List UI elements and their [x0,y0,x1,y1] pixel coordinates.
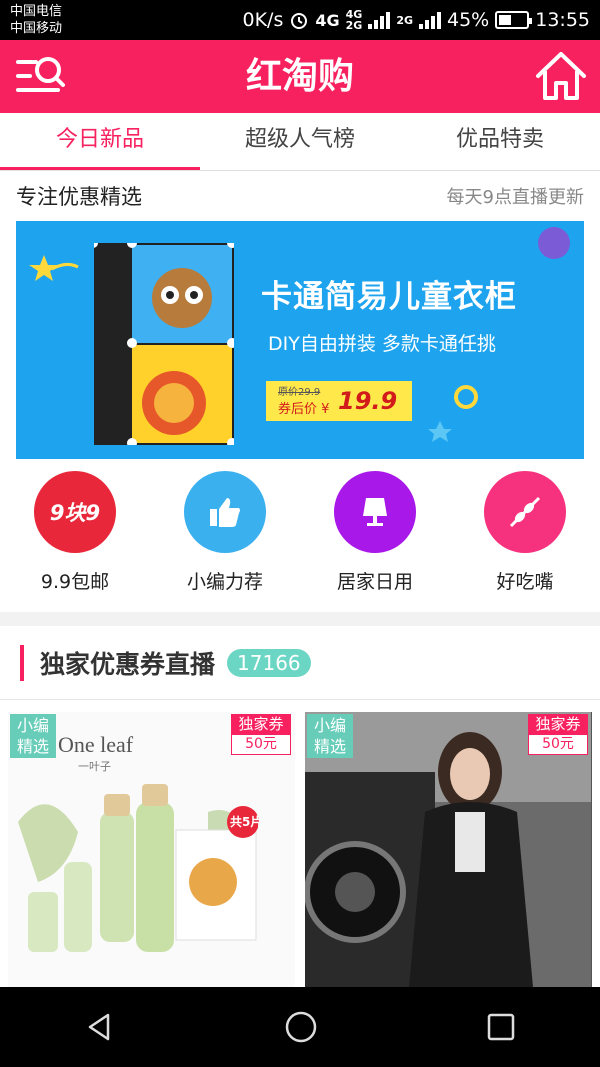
tab-bar: 今日新品 超级人气榜 优品特卖 [0,113,600,171]
status-bar: 中国电信 中国移动 0K/s 4G 4G 2G 2G 45% 13:55 [0,0,600,40]
net-type-2-bottom: 2G [345,19,363,32]
network-speed: 0K/s [242,9,284,31]
battery-icon [495,11,533,29]
app-header: 红淘购 [0,40,600,113]
coupon-count-badge: 17166 [227,648,311,677]
coupon-tag: 独家券 50元 [231,714,291,755]
coupon-section: 独家优惠券直播 17166 小编精选 独家券 50元 One leaf 一叶子 [0,626,600,987]
original-price: 原价29.9 [278,387,321,398]
net-type-2: 4G 2G [346,9,363,31]
section-accent-bar [20,644,24,681]
coupon-tag-label: 独家券 [231,714,291,734]
app-title: 红淘购 [245,56,354,97]
editor-pick-tag: 小编精选 [10,714,56,758]
battery-percent: 45% [447,9,490,31]
home-nav-icon[interactable] [284,1010,318,1044]
nine-nine-icon: 9块9 [34,471,116,553]
nine-nine-icon-text: 9块9 [49,501,101,525]
banner-title: 卡通简易儿童衣柜 [261,279,517,315]
category-label: 9.9包邮 [40,571,110,593]
coupon-header: 独家优惠券直播 17166 [0,626,600,700]
promo-banner[interactable]: 卡通简易儿童衣柜 DIY自由拼装 多款卡通任挑 原价29.9 券后价 ¥ 19.… [16,221,584,459]
back-icon[interactable] [84,1011,116,1043]
coupon-tag-label: 独家券 [528,714,588,734]
thumbs-up-icon [184,471,266,553]
product-grid: 小编精选 独家券 50元 One leaf 一叶子 共5片 小编精选 独家券 5… [0,700,600,987]
net-type-1: 4G [315,10,340,30]
featured-section: 专注优惠精选 每天9点直播更新 卡通简易儿童衣柜 DIY自由拼装 多款卡通任挑 [0,171,600,612]
wardrobe-image [94,243,234,445]
tab-popular[interactable]: 超级人气榜 [200,113,400,170]
banner-subtitle: DIY自由拼装 多款卡通任挑 [268,333,496,355]
featured-header: 专注优惠精选 每天9点直播更新 [0,171,600,221]
coupon-tag-value: 50元 [528,734,588,755]
after-coupon-label: 券后价 ¥ [278,402,330,417]
coupon-tag: 独家券 50元 [528,714,588,755]
carrier-info: 中国电信 中国移动 [10,3,62,37]
category-label: 好吃嘴 [496,571,554,593]
signal-icon-2 [419,11,441,29]
product-card[interactable]: 小编精选 独家券 50元 One leaf 一叶子 共5片 [8,712,295,987]
banner-price-tag: 原价29.9 券后价 ¥ 19.9 [266,381,412,421]
category-label: 小编力荐 [186,571,263,593]
editor-pick-tag: 小编精选 [307,714,353,758]
banner-price: 19.9 [338,387,398,415]
category-home[interactable]: 居家日用 [300,471,450,594]
product-promo-text: 共5片 [230,815,263,829]
product-card[interactable]: 小编精选 独家券 50元 [305,712,592,987]
home-icon[interactable] [534,50,588,102]
category-row: 9块9 9.9包邮 小编力荐 居家日用 好吃嘴 [0,459,600,594]
category-nine-nine[interactable]: 9块9 9.9包邮 [0,471,150,594]
system-nav-bar [0,987,600,1067]
carrier-2: 中国移动 [10,21,63,36]
battery-fill [499,15,512,25]
clock: 13:55 [535,9,590,31]
recents-icon[interactable] [486,1012,516,1042]
featured-title: 专注优惠精选 [16,185,142,209]
featured-subtitle: 每天9点直播更新 [446,187,584,208]
coupon-tag-value: 50元 [231,734,291,755]
tab-special-sale[interactable]: 优品特卖 [400,113,600,170]
kebab-icon [484,471,566,553]
coupon-title: 独家优惠券直播 [40,649,216,679]
category-snacks[interactable]: 好吃嘴 [450,471,600,594]
status-icons: 0K/s 4G 4G 2G 2G 45% 13:55 [243,0,591,40]
category-editor-picks[interactable]: 小编力荐 [150,471,300,594]
signal-icon [368,11,391,29]
category-label: 居家日用 [336,571,413,593]
lamp-icon [334,471,416,553]
alarm-icon [291,13,308,29]
net-type-3: 2G [396,13,413,27]
carrier-1: 中国电信 [10,4,63,19]
tab-new-today[interactable]: 今日新品 [0,113,200,170]
